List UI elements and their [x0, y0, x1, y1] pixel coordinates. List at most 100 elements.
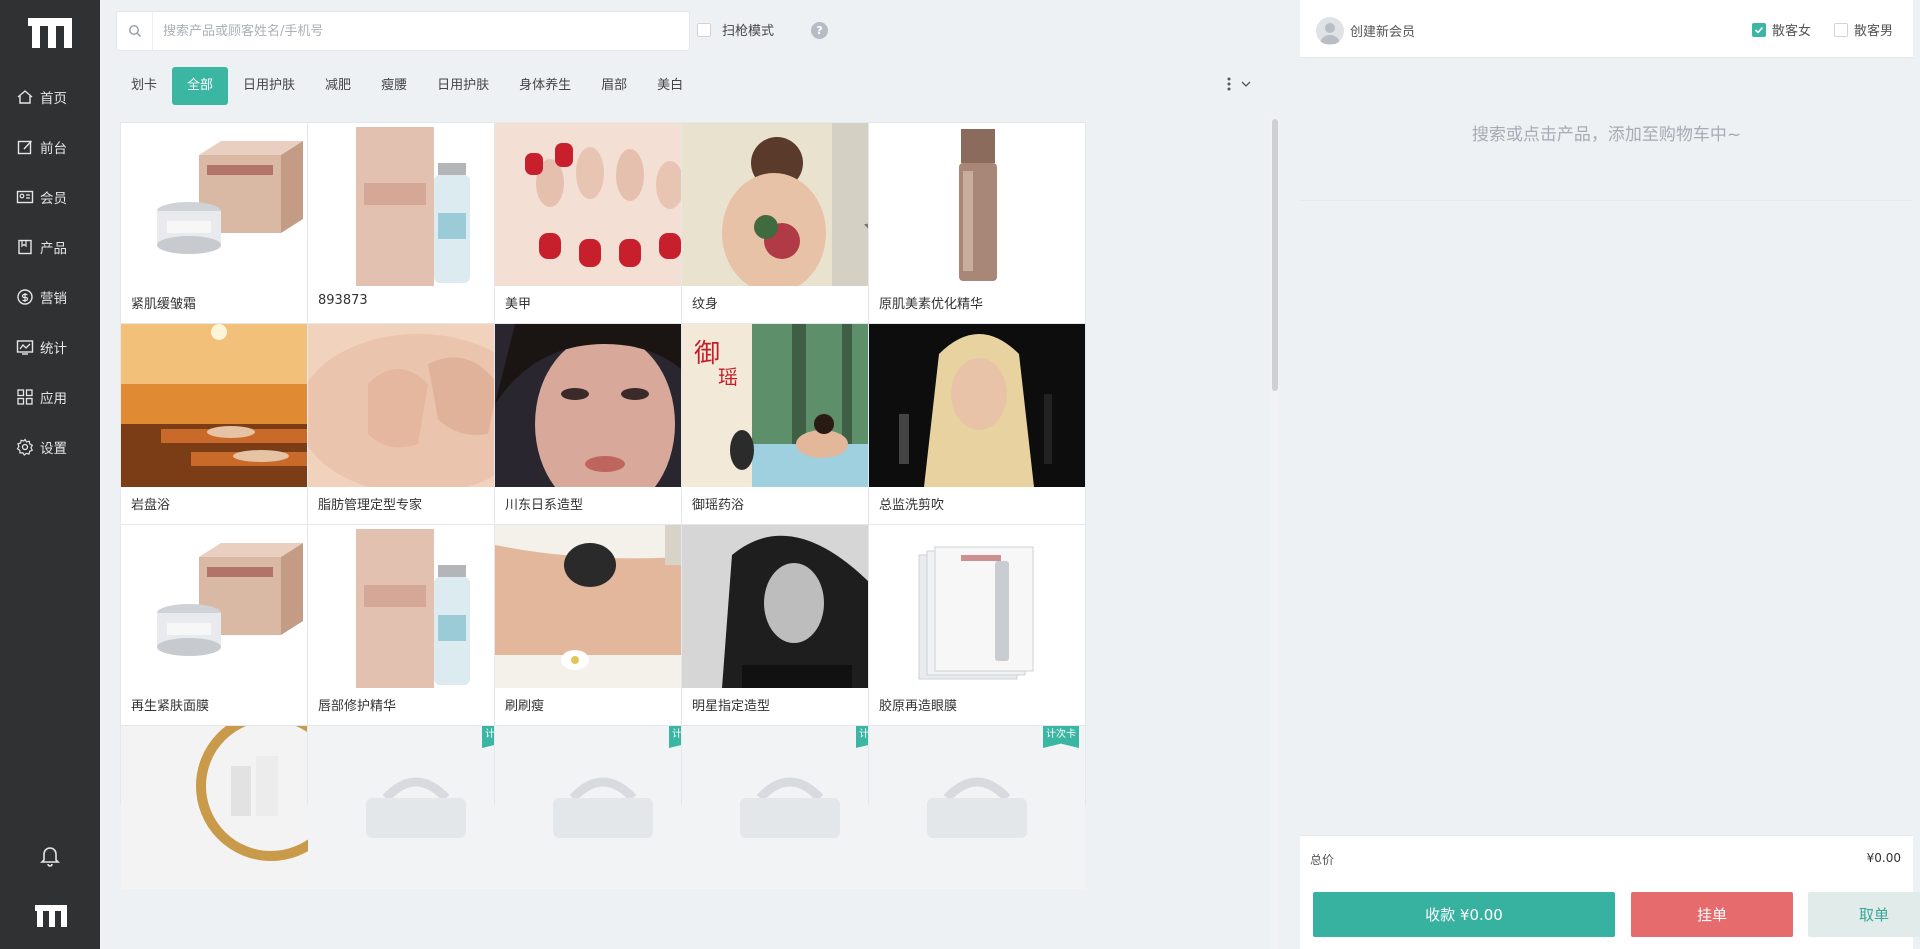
scan-mode-toggle[interactable]: 扫枪模式 — [697, 20, 774, 39]
tab-card[interactable]: 划卡 — [116, 67, 172, 105]
product-icon — [18, 239, 32, 255]
sidebar-item-label: 首页 — [40, 91, 67, 107]
product-image: 御瑶 — [682, 324, 898, 487]
product-card[interactable]: 御瑶御瑶药浴售价：￥280.00 — [681, 323, 899, 558]
product-card[interactable]: 计次卡 — [307, 725, 525, 889]
search-bar — [116, 11, 690, 51]
product-card[interactable]: 川东日系造型售价：￥278.00 — [494, 323, 712, 558]
tabs-more[interactable] — [1227, 77, 1251, 91]
sidebar-item-label: 设置 — [40, 441, 67, 457]
pay-button[interactable]: 收款 ¥0.00 — [1313, 892, 1615, 937]
product-card[interactable]: 893873售价：￥8.00 — [307, 122, 525, 357]
grid-scrollbar[interactable] — [1271, 117, 1279, 949]
product-name: 御瑶药浴 — [692, 498, 745, 513]
product-name: 纹身 — [692, 297, 719, 312]
tab-waist-slimming[interactable]: 瘦腰 — [366, 67, 422, 105]
total-value: ¥0.00 — [1866, 851, 1901, 865]
product-card[interactable]: 紧肌缓皱霜售价：￥153.00 — [120, 122, 338, 357]
product-card[interactable]: 原肌美素优化精华售价：￥4250.00 — [868, 122, 1086, 357]
stats-icon — [16, 340, 34, 355]
product-card[interactable]: 明星指定造型售价：￥168.00 — [681, 524, 899, 759]
sidebar: 首页 前台 会员 产品 营销 统计 应用 设置 — [0, 0, 100, 949]
scrollbar-thumb[interactable] — [1272, 119, 1278, 391]
tab-all[interactable]: 全部 — [172, 67, 229, 105]
walkin-male-option[interactable]: 散客男 — [1834, 20, 1893, 39]
product-card[interactable]: 唇部修护精华售价：￥640.00 — [307, 524, 525, 759]
product-name: 岩盘浴 — [131, 498, 171, 513]
product-image — [308, 726, 524, 889]
walkin-female-label: 散客女 — [1772, 24, 1812, 39]
product-name: 胶原再造眼膜 — [879, 699, 958, 714]
tab-daily-skincare-2[interactable]: 日用护肤 — [422, 67, 504, 105]
gear-icon — [16, 438, 34, 456]
product-image — [869, 123, 1085, 286]
walkin-female-option[interactable]: 散客女 — [1752, 20, 1811, 39]
product-name: 明星指定造型 — [692, 699, 771, 714]
sidebar-item-marketing[interactable]: 营销 — [0, 272, 100, 322]
svg-text:御: 御 — [694, 339, 720, 369]
sidebar-item-settings[interactable]: 设置 — [0, 422, 100, 472]
product-name: 紧肌缓皱霜 — [131, 297, 197, 312]
marketing-icon — [17, 289, 33, 305]
more-vertical-icon[interactable] — [1227, 77, 1231, 91]
sidebar-item-products[interactable]: 产品 — [0, 222, 100, 272]
sidebar-item-home[interactable]: 首页 — [0, 72, 100, 122]
tab-daily-skincare[interactable]: 日用护肤 — [228, 67, 310, 105]
product-grid: 紧肌缓皱霜售价：￥153.00893873售价：￥8.00美甲售价：￥300.0… — [120, 122, 1258, 949]
product-card[interactable]: 岩盘浴售价：￥600.00 — [120, 323, 338, 558]
scan-mode-checkbox[interactable] — [697, 22, 711, 37]
chevron-down-icon[interactable] — [1241, 80, 1251, 88]
sidebar-item-apps[interactable]: 应用 — [0, 372, 100, 422]
help-icon[interactable]: ? — [811, 22, 828, 39]
product-name: 再生紧肤面膜 — [131, 699, 210, 714]
tab-body-wellness[interactable]: 身体养生 — [504, 67, 586, 105]
product-name: 川东日系造型 — [505, 498, 584, 513]
product-name: 脂肪管理定型专家 — [318, 498, 423, 513]
product-card[interactable] — [120, 725, 338, 889]
hold-order-button[interactable]: 挂单 — [1631, 892, 1793, 937]
walkin-male-checkbox[interactable] — [1834, 22, 1848, 37]
search-input[interactable] — [163, 23, 663, 39]
product-name: 唇部修护精华 — [318, 699, 397, 714]
product-card[interactable]: 计次卡 — [868, 725, 1086, 889]
tab-brows[interactable]: 眉部 — [586, 67, 642, 105]
product-card[interactable]: 美甲售价：￥300.00 — [494, 122, 712, 357]
product-card[interactable]: 胶原再造眼膜售价：￥1500.00 — [868, 524, 1086, 759]
sidebar-item-frontdesk[interactable]: 前台 — [0, 122, 100, 172]
product-image — [495, 123, 711, 286]
cart-actions: 收款 ¥0.00 挂单 取单 — [1300, 881, 1920, 949]
cart-hint: 搜索或点击产品，添加至购物车中~ — [1471, 125, 1742, 145]
product-card[interactable]: 纹身售价：￥2000.00 — [681, 122, 899, 357]
product-image — [869, 525, 1085, 688]
product-image — [869, 726, 1085, 889]
tab-whitening[interactable]: 美白 — [642, 67, 698, 105]
product-card[interactable]: 计次卡 — [681, 725, 899, 889]
product-card[interactable]: 脂肪管理定型专家售价：￥6000.00 — [307, 323, 525, 558]
logo-small-icon — [35, 905, 67, 927]
product-image — [495, 726, 711, 889]
product-card[interactable]: 刷刷瘦售价：￥800.00 — [494, 524, 712, 759]
product-card[interactable]: 总监洗剪吹售价：￥188.00 — [868, 323, 1086, 558]
sidebar-item-label: 产品 — [40, 241, 67, 257]
member-bar: 创建新会员 散客女 散客男 — [1300, 0, 1913, 58]
product-image — [682, 726, 898, 889]
retrieve-order-button[interactable]: 取单 — [1808, 892, 1920, 937]
home-icon — [17, 90, 33, 104]
total-bar: 总价 ¥0.00 — [1300, 835, 1913, 881]
product-card[interactable]: 计次卡 — [494, 725, 712, 889]
cart-panel: 创建新会员 散客女 散客男 搜索或点击产品，添加至购物车中~ 总价 ¥0.00 … — [1295, 0, 1920, 949]
product-image — [121, 324, 337, 487]
product-image — [308, 123, 524, 286]
sidebar-item-label: 前台 — [40, 141, 67, 157]
product-card[interactable]: 再生紧肤面膜售价：￥1258.00 — [120, 524, 338, 759]
walkin-female-checkbox[interactable] — [1752, 22, 1766, 37]
member-card-icon — [16, 190, 34, 204]
create-member-link[interactable]: 创建新会员 — [1350, 21, 1415, 40]
tab-weight-loss[interactable]: 减肥 — [310, 67, 366, 105]
sidebar-item-members[interactable]: 会员 — [0, 172, 100, 222]
avatar[interactable] — [1316, 17, 1344, 45]
search-icon[interactable] — [117, 12, 153, 50]
bell-icon[interactable] — [40, 845, 60, 867]
sidebar-item-stats[interactable]: 统计 — [0, 322, 100, 372]
edit-icon — [17, 140, 33, 155]
